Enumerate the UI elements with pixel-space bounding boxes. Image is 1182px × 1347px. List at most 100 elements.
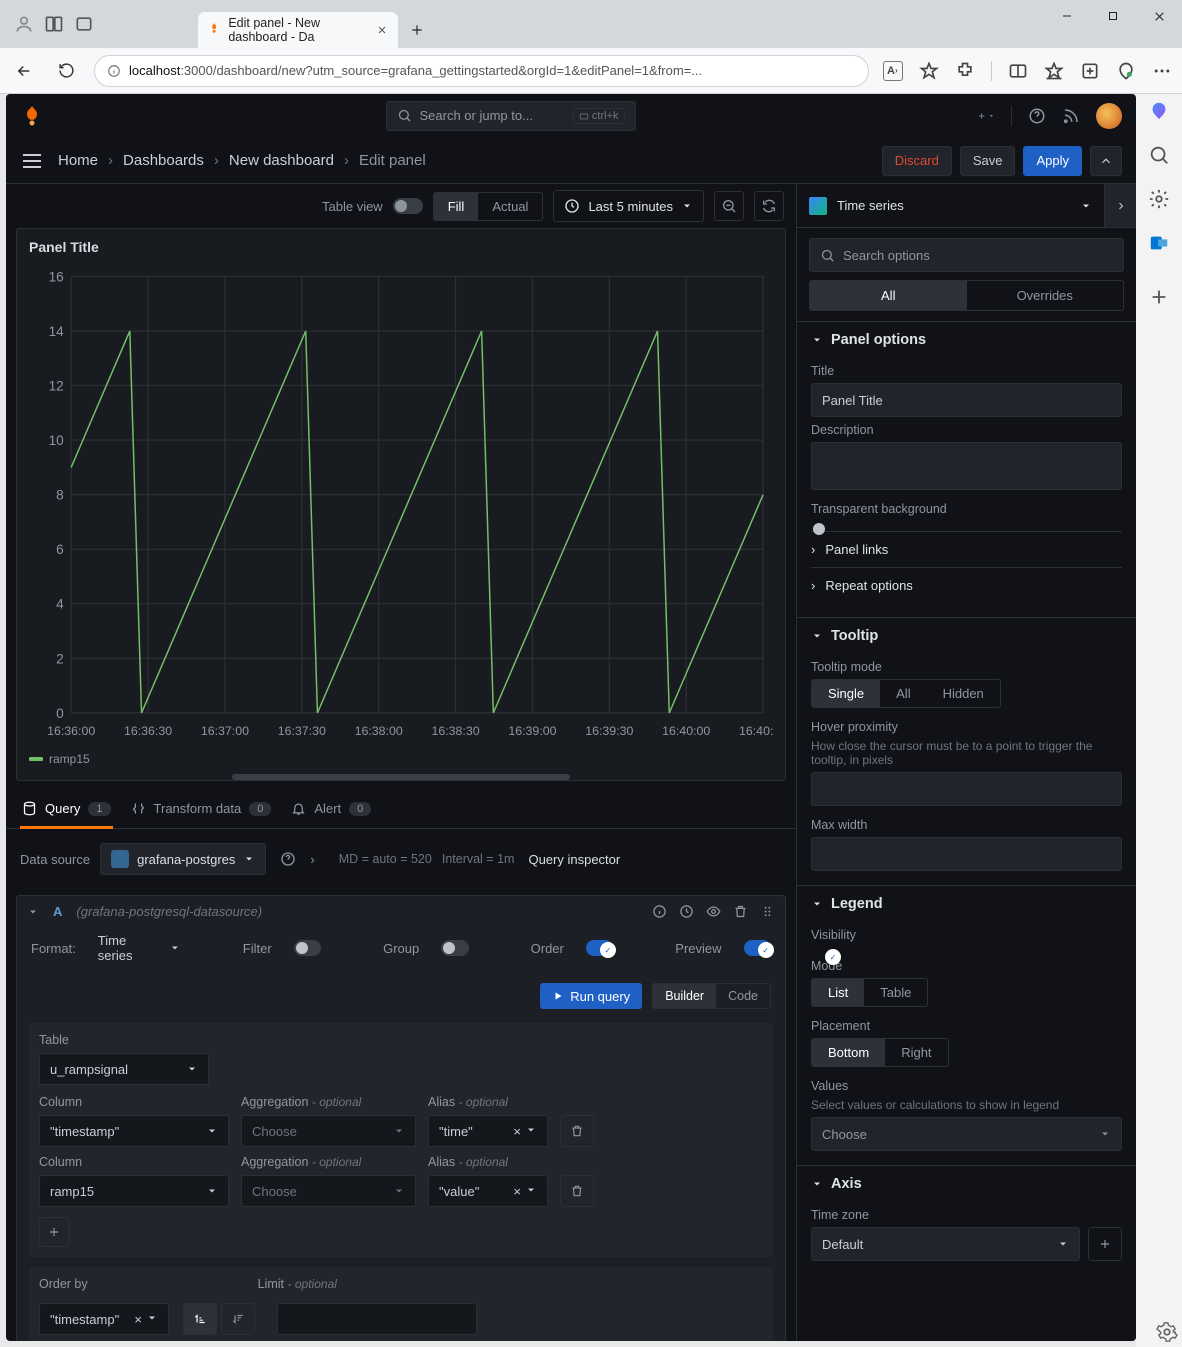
format-select[interactable]: Time series [98, 933, 181, 963]
tools-sidebar-icon[interactable] [1148, 188, 1170, 210]
favorites-bar-icon[interactable] [1044, 61, 1064, 81]
tab-alert[interactable]: Alert 0 [291, 789, 371, 828]
time-range-picker[interactable]: Last 5 minutes [553, 190, 704, 222]
clear-icon[interactable]: × [134, 1312, 142, 1327]
save-button[interactable]: Save [960, 146, 1016, 176]
zoom-out-button[interactable] [714, 191, 744, 221]
column-2-select[interactable]: ramp15 [39, 1175, 229, 1207]
fill-option[interactable]: Fill [434, 193, 479, 220]
options-search[interactable]: Search options [809, 238, 1124, 272]
datasource-picker[interactable]: grafana-postgres [100, 843, 266, 875]
timezone-select[interactable]: Default [811, 1227, 1080, 1261]
discard-button[interactable]: Discard [882, 146, 952, 176]
limit-input[interactable] [277, 1303, 477, 1335]
sidebar-settings-icon[interactable] [1156, 1321, 1178, 1343]
profile-icon[interactable] [14, 14, 34, 34]
tooltip-mode-group[interactable]: Single All Hidden [811, 679, 1001, 708]
add-timezone-button[interactable] [1088, 1227, 1122, 1261]
actual-option[interactable]: Actual [478, 193, 542, 220]
query-options-expand[interactable]: › [310, 852, 314, 867]
run-query-button[interactable]: Run query [540, 983, 642, 1009]
browser-essentials-icon[interactable] [1116, 61, 1136, 81]
workspaces-icon[interactable] [44, 14, 64, 34]
crumb-dashboards[interactable]: Dashboards [123, 152, 204, 169]
site-info-icon[interactable] [107, 64, 121, 78]
sort-asc-button[interactable] [183, 1303, 217, 1335]
window-minimize-button[interactable] [1044, 0, 1090, 32]
panel-description-input[interactable] [811, 442, 1122, 490]
agg-1-select[interactable]: Choose [241, 1115, 416, 1147]
back-button[interactable] [10, 57, 38, 85]
query-duplicate-icon[interactable] [679, 904, 694, 919]
all-overrides-tabs[interactable]: All Overrides [809, 280, 1124, 311]
section-header[interactable]: Tooltip [797, 618, 1136, 654]
tooltip-all[interactable]: All [880, 680, 926, 707]
outlook-sidebar-icon[interactable] [1148, 232, 1170, 254]
legend-values-select[interactable]: Choose [811, 1117, 1122, 1151]
query-hide-icon[interactable] [706, 904, 721, 919]
group-toggle[interactable] [441, 940, 468, 956]
crumb-new-dashboard[interactable]: New dashboard [229, 152, 334, 169]
section-header[interactable]: Axis [797, 1166, 1136, 1202]
chart-area[interactable]: 024681012141616:36:0016:36:3016:37:0016:… [17, 265, 785, 748]
column-1-select[interactable]: "timestamp" [39, 1115, 229, 1147]
datasource-help-button[interactable] [276, 844, 300, 874]
alias-2-input[interactable]: "value"× [428, 1175, 548, 1207]
table-select[interactable]: u_rampsignal [39, 1053, 209, 1085]
window-close-button[interactable] [1136, 0, 1182, 32]
tab-overrides[interactable]: Overrides [967, 281, 1124, 310]
clear-icon[interactable]: × [513, 1184, 521, 1199]
news-icon[interactable] [1062, 107, 1080, 125]
max-width-input[interactable] [811, 837, 1122, 871]
viz-next-button[interactable] [1104, 184, 1136, 227]
add-column-button[interactable] [39, 1217, 69, 1247]
panel-title-input[interactable]: Panel Title [811, 383, 1122, 417]
legend-right[interactable]: Right [885, 1039, 947, 1066]
tooltip-hidden[interactable]: Hidden [927, 680, 1000, 707]
tab-actions-icon[interactable] [74, 14, 94, 34]
tooltip-single[interactable]: Single [812, 680, 880, 707]
url-field[interactable]: localhost:3000/dashboard/new?utm_source=… [94, 55, 869, 87]
hover-proximity-input[interactable] [811, 772, 1122, 806]
legend-list[interactable]: List [812, 979, 864, 1006]
builder-option[interactable]: Builder [653, 984, 716, 1008]
code-option[interactable]: Code [716, 984, 770, 1008]
refresh-dashboard-button[interactable] [754, 191, 784, 221]
chart-scrollbar[interactable] [232, 774, 570, 780]
close-tab-icon[interactable] [376, 24, 388, 36]
copilot-icon[interactable] [1148, 100, 1170, 122]
help-icon[interactable] [1028, 107, 1046, 125]
panel-links-expand[interactable]: ›Panel links [811, 531, 1122, 567]
legend-placement-group[interactable]: Bottom Right [811, 1038, 949, 1067]
add-sidebar-icon[interactable] [1148, 286, 1170, 308]
orderby-select[interactable]: "timestamp"× [39, 1303, 169, 1335]
builder-code-segment[interactable]: Builder Code [652, 983, 771, 1009]
refresh-button[interactable] [52, 57, 80, 85]
query-delete-icon[interactable] [733, 904, 748, 919]
collapse-options-button[interactable] [1090, 146, 1122, 176]
extensions-icon[interactable] [955, 61, 975, 81]
tab-query[interactable]: Query 1 [22, 789, 111, 828]
preview-toggle[interactable] [744, 940, 771, 956]
query-help-icon[interactable] [652, 904, 667, 919]
user-avatar[interactable] [1096, 103, 1122, 129]
panel-legend[interactable]: ramp15 [17, 748, 785, 774]
collections-icon[interactable] [1080, 61, 1100, 81]
fill-actual-segment[interactable]: Fill Actual [433, 192, 544, 221]
apply-button[interactable]: Apply [1023, 146, 1082, 176]
alias-1-input[interactable]: "time"× [428, 1115, 548, 1147]
add-menu-button[interactable] [977, 107, 995, 125]
read-aloud-icon[interactable]: A› [883, 61, 903, 81]
remove-column-2-button[interactable] [560, 1175, 594, 1207]
order-toggle[interactable] [586, 940, 613, 956]
visualization-picker[interactable]: Time series [797, 197, 1104, 215]
crumb-home[interactable]: Home [58, 152, 98, 169]
tab-all[interactable]: All [810, 281, 967, 310]
remove-column-1-button[interactable] [560, 1115, 594, 1147]
section-header[interactable]: Legend [797, 886, 1136, 922]
table-view-toggle[interactable]: Table view [322, 198, 423, 214]
query-ref-id[interactable]: A [53, 904, 62, 919]
favorite-icon[interactable] [919, 61, 939, 81]
more-icon[interactable] [1152, 61, 1172, 81]
grafana-logo-icon[interactable] [20, 104, 44, 128]
